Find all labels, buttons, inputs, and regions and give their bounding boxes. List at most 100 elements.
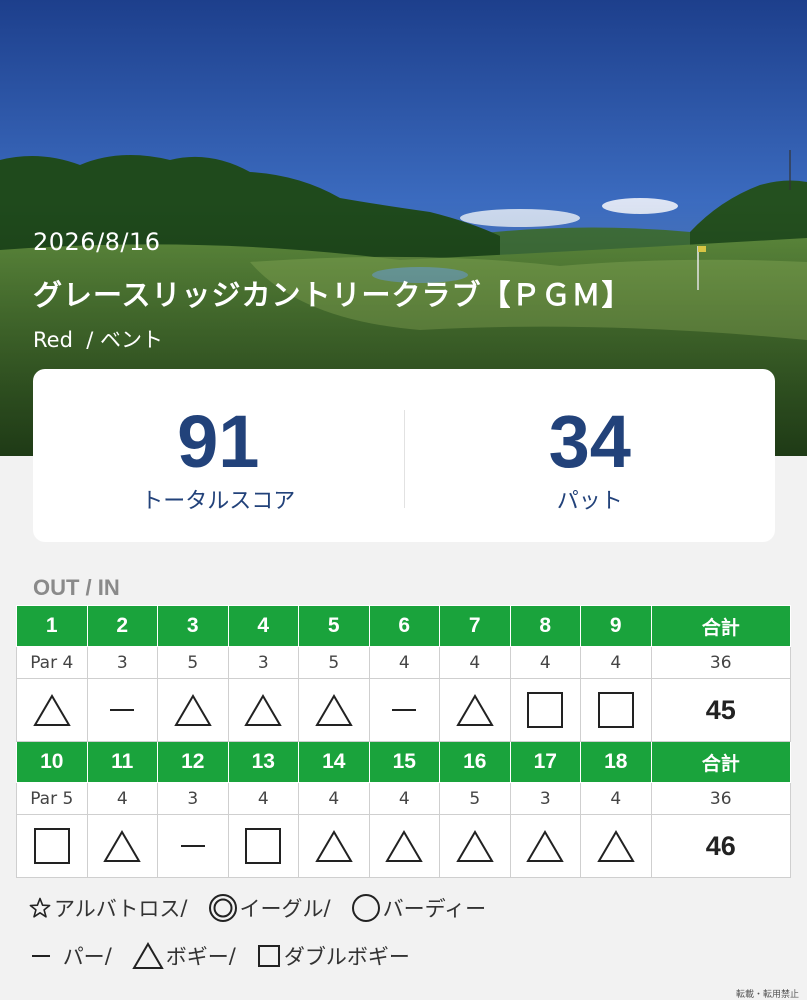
dash-icon bbox=[392, 709, 417, 711]
hole-result bbox=[509, 678, 581, 742]
hole-number: 17 bbox=[509, 741, 581, 783]
score-summary-card: 91 トータルスコア 34 パット bbox=[33, 369, 775, 542]
hole-result bbox=[298, 814, 370, 878]
hole-par: 4 bbox=[580, 646, 652, 679]
front-par-total: 36 bbox=[650, 646, 791, 679]
legend-separator: / bbox=[104, 944, 112, 968]
hole-result bbox=[157, 814, 229, 878]
legend-bogey: ボギー / bbox=[132, 941, 236, 971]
hole-number: 18 bbox=[580, 741, 652, 783]
hole-number: 12 bbox=[157, 741, 229, 783]
hole-number: 16 bbox=[439, 741, 511, 783]
hole-par: Par 4 bbox=[16, 646, 88, 679]
hole-par: 3 bbox=[509, 782, 581, 815]
hole-result bbox=[298, 678, 370, 742]
hole-par: 3 bbox=[157, 782, 229, 815]
legend-albatross-label: アルバトロス bbox=[54, 897, 181, 921]
hole-number: 3 bbox=[157, 605, 229, 647]
hole-par: 4 bbox=[368, 646, 440, 679]
copyright-notice: 転載・転用禁止 bbox=[735, 990, 799, 1000]
triangle-icon bbox=[456, 694, 494, 726]
hole-number: 1 bbox=[16, 605, 88, 647]
scorecard-table: 1 2 3 4 5 6 7 8 9 合計 Par 4 3 5 3 5 4 4 4… bbox=[16, 605, 791, 878]
front-score-total: 45 bbox=[650, 678, 791, 742]
triangle-icon bbox=[33, 694, 71, 726]
dash-icon bbox=[180, 845, 205, 847]
hole-number: 10 bbox=[16, 741, 88, 783]
triangle-icon bbox=[132, 942, 164, 969]
legend-birdie-label: バーディー bbox=[382, 897, 487, 921]
putts-label: パット bbox=[556, 489, 623, 514]
hole-number: 13 bbox=[227, 741, 299, 783]
hole-result bbox=[86, 678, 158, 742]
total-score-block: 91 トータルスコア bbox=[33, 369, 404, 542]
front-total-header: 合計 bbox=[650, 605, 791, 647]
legend-double-bogey: ダブルボギー bbox=[256, 941, 410, 971]
hole-result bbox=[580, 678, 652, 742]
hole-par: 3 bbox=[227, 646, 299, 679]
hole-par: Par 5 bbox=[16, 782, 88, 815]
dash-icon bbox=[110, 709, 135, 711]
front-result-row: 45 bbox=[16, 678, 791, 742]
legend-separator: / bbox=[228, 944, 236, 968]
square-icon bbox=[33, 828, 70, 864]
circle-icon bbox=[351, 894, 380, 922]
hole-result bbox=[509, 814, 581, 878]
hole-number: 11 bbox=[86, 741, 158, 783]
hole-number: 4 bbox=[227, 605, 299, 647]
hole-number: 15 bbox=[368, 741, 440, 783]
legend-eagle-label: イーグル bbox=[239, 897, 324, 921]
legend-separator: / bbox=[180, 896, 188, 920]
legend-row-2: パー / ボギー / ダブルボギー bbox=[28, 941, 416, 971]
round-date: 2026/8/16 bbox=[33, 228, 161, 256]
hole-number: 5 bbox=[298, 605, 370, 647]
legend-albatross: アルバトロス / bbox=[28, 893, 188, 923]
square-icon bbox=[257, 945, 280, 967]
hole-par: 4 bbox=[86, 782, 158, 815]
hole-number: 8 bbox=[509, 605, 581, 647]
putts-block: 34 パット bbox=[405, 369, 776, 542]
tee-separator: / bbox=[86, 328, 94, 352]
hole-result bbox=[580, 814, 652, 878]
hole-number: 14 bbox=[298, 741, 370, 783]
back-score-total: 46 bbox=[650, 814, 791, 878]
legend-double-bogey-label: ダブルボギー bbox=[283, 945, 410, 969]
triangle-icon bbox=[526, 830, 564, 862]
front-hole-number-row: 1 2 3 4 5 6 7 8 9 合計 bbox=[16, 605, 791, 647]
triangle-icon bbox=[597, 830, 635, 862]
hole-par: 4 bbox=[509, 646, 581, 679]
square-icon bbox=[527, 692, 564, 728]
hole-par: 5 bbox=[157, 646, 229, 679]
triangle-icon bbox=[385, 830, 423, 862]
square-icon bbox=[597, 692, 634, 728]
triangle-icon bbox=[244, 694, 282, 726]
hole-result bbox=[157, 678, 229, 742]
tee-and-green: Red / ベント bbox=[33, 324, 163, 354]
hole-result bbox=[227, 814, 299, 878]
dash-icon bbox=[32, 955, 50, 957]
triangle-icon bbox=[315, 694, 353, 726]
hole-result bbox=[439, 814, 511, 878]
triangle-icon bbox=[315, 830, 353, 862]
triangle-icon bbox=[456, 830, 494, 862]
hole-par: 4 bbox=[368, 782, 440, 815]
legend-par: パー / bbox=[28, 941, 112, 971]
hole-result bbox=[86, 814, 158, 878]
legend-bogey-label: ボギー bbox=[165, 945, 229, 969]
hole-number: 9 bbox=[580, 605, 652, 647]
legend-par-label: パー bbox=[62, 945, 105, 969]
back-result-row: 46 bbox=[16, 814, 791, 878]
legend-row-1: アルバトロス / イーグル / バーディー bbox=[28, 893, 492, 923]
back-hole-number-row: 10 11 12 13 14 15 16 17 18 合計 bbox=[16, 741, 791, 783]
tee-color: Red bbox=[33, 328, 73, 352]
front-par-row: Par 4 3 5 3 5 4 4 4 4 36 bbox=[16, 646, 791, 679]
legend-separator: / bbox=[323, 896, 331, 920]
legend-birdie: バーディー bbox=[351, 893, 487, 923]
star-icon bbox=[29, 897, 51, 918]
hole-par: 5 bbox=[439, 782, 511, 815]
course-name: グレースリッジカントリークラブ【ＰＧＭ】 bbox=[33, 278, 632, 312]
hole-number: 2 bbox=[86, 605, 158, 647]
green-type: ベント bbox=[100, 328, 164, 352]
hole-result bbox=[227, 678, 299, 742]
hole-par: 5 bbox=[298, 646, 370, 679]
